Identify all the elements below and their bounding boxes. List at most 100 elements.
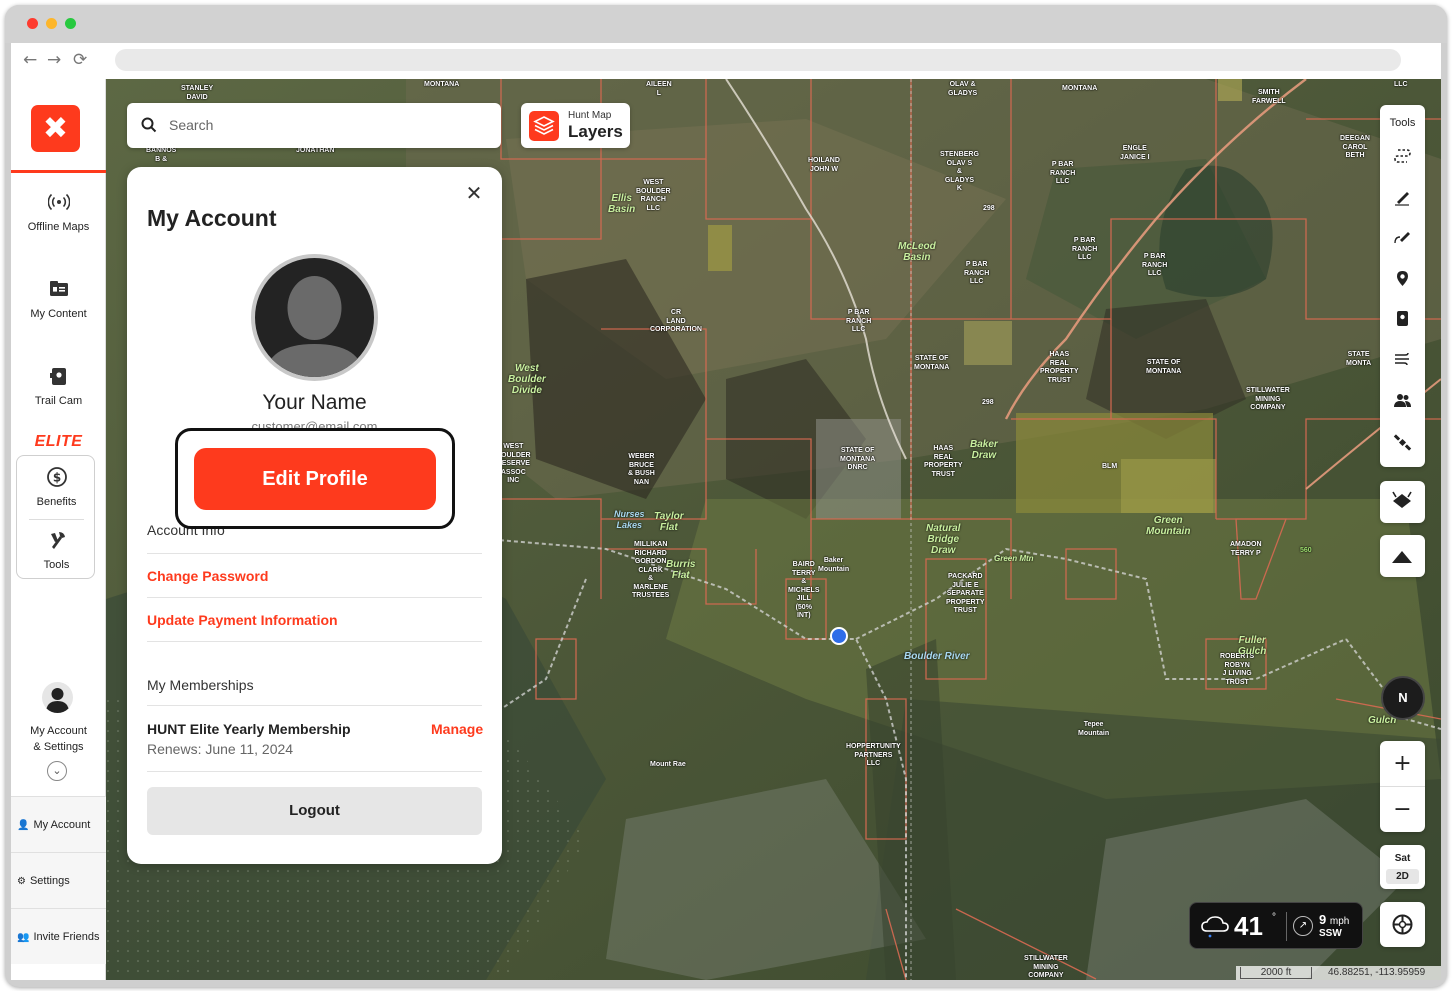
tools-icon [50, 532, 65, 549]
reload-icon[interactable]: ⟳ [73, 51, 87, 69]
back-arrow-icon[interactable]: ← [23, 51, 37, 69]
hunt-area-button[interactable] [1380, 481, 1425, 523]
sidebar-label: Tools [43, 559, 70, 571]
scale-distance: 2000 ft [1240, 967, 1312, 979]
sidebar-item-benefits[interactable]: $ Benefits [17, 466, 96, 508]
degree-symbol: ° [1272, 912, 1276, 923]
map-label: 298 [983, 205, 995, 212]
edit-profile-button[interactable]: Edit Profile [194, 448, 436, 510]
app-logo[interactable]: ✖ [31, 105, 80, 152]
minimize-window-button[interactable] [46, 18, 57, 29]
map-label: STATE OF MONTANA DNRC [840, 447, 876, 471]
people-icon[interactable] [1393, 391, 1412, 410]
basemap-toggle[interactable]: Sat 2D [1380, 845, 1425, 889]
compass-north-label: N [1398, 690, 1408, 705]
layers-title: Layers [568, 122, 623, 141]
map-label: WEST BOULDER RANCH LLC [636, 179, 671, 212]
close-window-button[interactable] [27, 18, 38, 29]
map-label: STATE MONTA [1346, 351, 1372, 367]
layers-caption: Hunt Map [568, 110, 612, 121]
title-bar [5, 5, 1447, 43]
map-label: BANNOS B & [146, 147, 177, 163]
area-draw-icon[interactable] [1393, 227, 1412, 246]
chevron-down-icon[interactable]: ⌄ [47, 761, 67, 781]
close-icon[interactable]: ✕ [464, 183, 484, 203]
hunt-map-layers-button[interactable]: Hunt Map Layers [521, 103, 630, 148]
sidebar-item-offline-maps[interactable]: Offline Maps [11, 191, 106, 233]
route-icon[interactable] [1393, 147, 1412, 166]
map-tools-panel: Tools [1380, 105, 1425, 467]
place-label: Ellis Basin [608, 193, 636, 215]
elite-benefits-group: $ Benefits Tools [16, 455, 95, 579]
map-label: P BAR RANCH LLC [1142, 253, 1168, 277]
browser-toolbar: ← → ⟳ [11, 43, 1441, 79]
map-label: AMADON TERRY P [1230, 541, 1262, 557]
change-password-link[interactable]: Change Password [147, 568, 268, 584]
logout-button[interactable]: Logout [147, 787, 482, 835]
avatar[interactable] [42, 682, 73, 713]
sidebar-item-tools[interactable]: Tools [17, 529, 96, 571]
map-label: P BAR RANCH LLC [1050, 161, 1076, 185]
divider [147, 705, 482, 706]
divider [147, 771, 482, 772]
deer-icon [1392, 491, 1412, 508]
sidebar-label: Settings [29, 875, 70, 887]
sidebar-item-settings[interactable]: ⚙ Settings [11, 852, 106, 908]
location-pin-icon[interactable] [1393, 269, 1412, 288]
map-label: DEEGAN CAROL BETH [1340, 135, 1370, 159]
dollar-icon: $ [46, 467, 67, 487]
map-label: STILLWATER MINING COMPANY [1246, 387, 1290, 411]
zoom-out-button[interactable]: − [1380, 787, 1425, 832]
sidebar-item-account-settings[interactable]: My Account & Settings [11, 723, 106, 755]
map-label: AILEEN L [646, 81, 672, 97]
camera-icon[interactable] [1393, 309, 1412, 328]
profile-avatar[interactable] [251, 254, 378, 381]
zoom-in-button[interactable]: + [1380, 741, 1425, 786]
search-input[interactable]: Search [169, 117, 213, 133]
map-label: OLAV & GLADYS [948, 81, 978, 97]
sidebar-item-my-account[interactable]: 👤 My Account [11, 796, 106, 852]
search-icon [141, 117, 157, 133]
search-bar[interactable]: Search [127, 103, 501, 148]
broadcast-icon [47, 193, 70, 211]
membership-renewal: Renews: June 11, 2024 [147, 741, 294, 757]
weather-widget[interactable]: 41 ° ↗ 9 mph SSW [1189, 902, 1363, 949]
terrain-button[interactable] [1380, 535, 1425, 577]
forward-arrow-icon[interactable]: → [47, 51, 61, 69]
place-label: Nurses Lakes [614, 509, 645, 530]
map-label: STANLEY DAVID [181, 85, 214, 101]
wind-icon[interactable] [1393, 349, 1412, 368]
map-label: MILLIKAN RICHARD GORDON CLARK & MARLENE … [632, 541, 670, 599]
coordinates: 46.88251, -113.95959 [1328, 967, 1426, 978]
map-label: Tepee Mountain [1078, 721, 1110, 737]
map-label: ROBERTS ROBYN J LIVING TRUST [1220, 653, 1255, 686]
place-label: Taylor Flat [654, 511, 684, 533]
sidebar-item-invite-friends[interactable]: 👥 Invite Friends [11, 908, 106, 964]
address-bar[interactable] [115, 49, 1401, 71]
map-label: HOPPERTUNITY PARTNERS LLC [846, 743, 901, 767]
update-payment-link[interactable]: Update Payment Information [147, 612, 338, 628]
compass-button[interactable]: N [1381, 676, 1425, 720]
divider [29, 519, 84, 520]
browser-window: ← → ⟳ ✖ Offline Maps My Content Trail Ca… [5, 5, 1447, 987]
manage-membership-link[interactable]: Manage [431, 721, 483, 737]
crosshair-icon [1392, 914, 1413, 935]
place-label: Burris Flat [666, 559, 696, 581]
view-mode-2d[interactable]: 2D [1386, 869, 1419, 884]
map-label: MONTANA [424, 81, 460, 88]
maximize-window-button[interactable] [65, 18, 76, 29]
map-label: P BAR RANCH LLC [846, 309, 872, 333]
pencil-icon[interactable] [1393, 187, 1412, 206]
satellite-icon[interactable] [1393, 433, 1412, 452]
sidebar-item-trail-cam[interactable]: Trail Cam [11, 365, 106, 407]
sidebar-item-my-content[interactable]: My Content [11, 278, 106, 320]
divider [147, 597, 482, 598]
locate-button[interactable] [1380, 902, 1425, 947]
sidebar-label: My Account [33, 819, 91, 831]
profile-email: customer@email.com [251, 419, 378, 428]
divider [147, 553, 482, 554]
sidebar-label: My Content [30, 308, 87, 320]
membership-name: HUNT Elite Yearly Membership [147, 721, 351, 737]
user-silhouette-icon [265, 276, 364, 377]
map-label: CR LAND CORPORATION [650, 309, 702, 333]
